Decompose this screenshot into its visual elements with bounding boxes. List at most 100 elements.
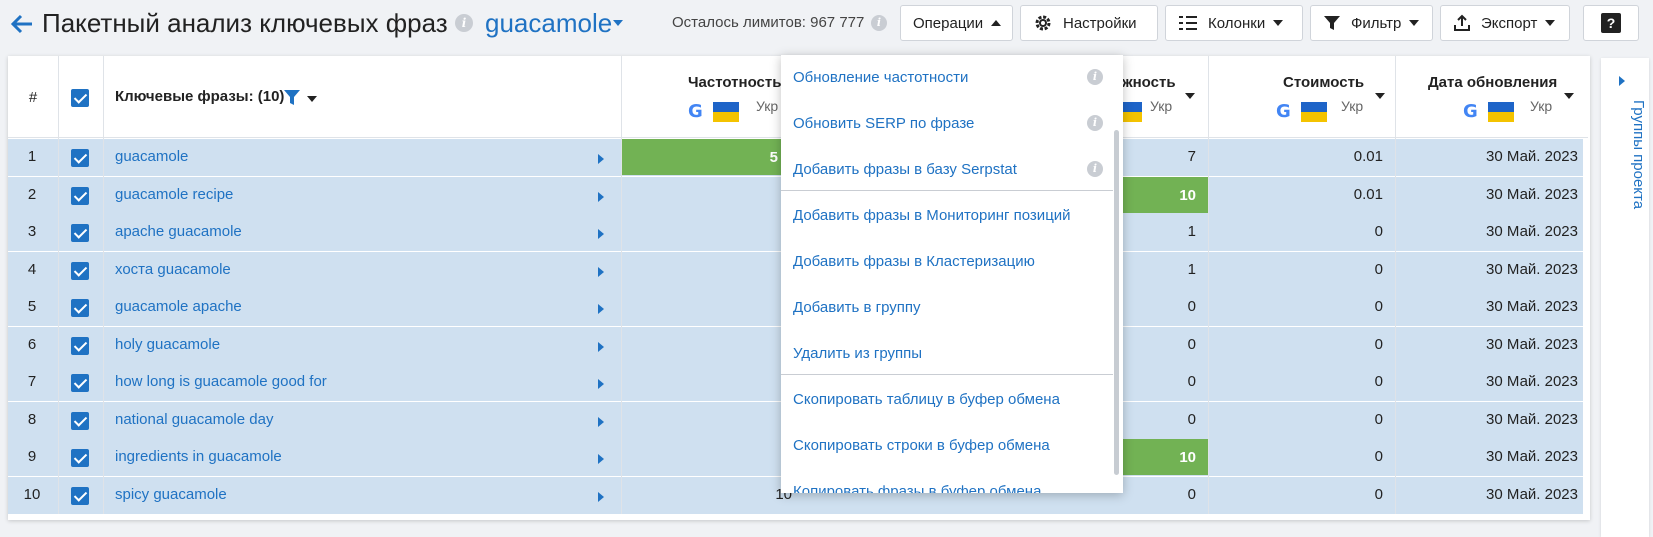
keyword-link[interactable]: spicy guacamole xyxy=(115,486,227,503)
menu-item-update-serp[interactable]: Обновить SERP по фразе i xyxy=(781,101,1111,147)
row-number: 5 xyxy=(27,298,37,315)
filter-label: Фильтр xyxy=(1351,14,1402,32)
menu-divider xyxy=(781,190,1113,191)
gear-icon xyxy=(1035,15,1051,31)
update-date-cell: 30 Май. 2023 xyxy=(1486,335,1578,353)
ukraine-flag-icon xyxy=(1488,102,1514,122)
header-cost[interactable]: Стоимость xyxy=(1283,74,1364,91)
project-groups-panel[interactable]: Группы проекта xyxy=(1601,58,1649,537)
expand-arrow-icon[interactable] xyxy=(598,454,604,464)
row-checkbox[interactable] xyxy=(71,261,89,280)
ukraine-flag-icon xyxy=(713,102,739,122)
expand-arrow-icon[interactable] xyxy=(598,304,604,314)
expand-arrow-icon[interactable] xyxy=(598,416,604,427)
header-num: # xyxy=(28,89,38,106)
cost-cell: 0 xyxy=(1374,485,1383,503)
page-title: Пакетный анализ ключевых фраз xyxy=(42,8,448,38)
info-icon[interactable]: i xyxy=(1087,161,1103,177)
row-checkbox[interactable] xyxy=(71,186,89,205)
columns-button[interactable]: Колонки xyxy=(1165,5,1303,41)
update-date-cell: 30 Май. 2023 xyxy=(1486,148,1578,165)
cost-cell: 0 xyxy=(1374,373,1383,390)
menu-item-add-to-monitoring[interactable]: Добавить фразы в Мониторинг позиций xyxy=(781,193,1111,239)
chevron-down-icon[interactable] xyxy=(613,20,623,26)
keyword-link[interactable]: holy guacamole xyxy=(115,336,220,353)
operations-button[interactable]: Операции xyxy=(900,5,1013,41)
upload-icon xyxy=(1454,14,1470,31)
keyword-link[interactable]: guacamole recipe xyxy=(115,186,233,203)
back-arrow-icon[interactable] xyxy=(8,10,36,38)
expand-arrow-icon[interactable] xyxy=(598,266,604,277)
columns-label: Колонки xyxy=(1208,14,1266,32)
filter-button[interactable]: Фильтр xyxy=(1310,5,1433,41)
keyword-link[interactable]: guacamole apache xyxy=(115,298,242,315)
menu-item-copy-rows[interactable]: Скопировать строки в буфер обмена xyxy=(781,423,1111,469)
export-button[interactable]: Экспорт xyxy=(1440,5,1570,41)
update-date-cell: 30 Май. 2023 xyxy=(1486,185,1578,203)
menu-item-copy-phrases[interactable]: Копировать фразы в буфер обмена xyxy=(781,469,1111,493)
keyword-link[interactable]: national guacamole day xyxy=(115,411,273,428)
dropdown-scrollbar[interactable] xyxy=(1114,130,1119,475)
expand-arrow-icon[interactable] xyxy=(598,491,604,502)
row-number: 6 xyxy=(27,335,37,353)
operations-label: Операции xyxy=(913,14,984,32)
expand-arrow-icon[interactable] xyxy=(598,341,604,352)
info-icon[interactable]: i xyxy=(871,15,887,31)
menu-item-remove-from-group[interactable]: Удалить из группы xyxy=(781,331,1111,377)
region-label: Укр xyxy=(1150,98,1173,114)
row-checkbox[interactable] xyxy=(71,299,89,317)
help-button[interactable]: ? xyxy=(1583,5,1639,41)
menu-divider xyxy=(781,374,1113,375)
cost-cell: 0.01 xyxy=(1353,185,1383,203)
header-keywords[interactable]: Ключевые фразы: (10) xyxy=(115,88,284,105)
expand-arrow-icon[interactable] xyxy=(598,379,604,389)
chevron-right-icon[interactable] xyxy=(1619,76,1625,86)
ukraine-flag-icon xyxy=(1301,102,1327,122)
chevron-down-icon xyxy=(1409,20,1420,26)
keyword-link[interactable]: guacamole xyxy=(115,148,188,165)
keyword-link[interactable]: how long is guacamole good for xyxy=(115,373,327,390)
columns-icon xyxy=(1179,16,1197,30)
page-header: Пакетный анализ ключевых фраз i guacamol… xyxy=(0,0,1653,52)
row-number: 8 xyxy=(27,410,37,428)
row-checkbox[interactable] xyxy=(71,149,89,167)
info-icon[interactable]: i xyxy=(1087,69,1103,85)
menu-item-add-to-group[interactable]: Добавить в группу xyxy=(781,285,1111,331)
row-number: 7 xyxy=(27,373,37,390)
expand-arrow-icon[interactable] xyxy=(598,229,604,239)
row-checkbox[interactable] xyxy=(71,449,89,467)
select-all-checkbox[interactable] xyxy=(71,89,89,107)
update-date-cell: 30 Май. 2023 xyxy=(1486,410,1578,428)
row-checkbox[interactable] xyxy=(71,374,89,392)
info-icon[interactable]: i xyxy=(455,14,473,32)
keyword-link[interactable]: хоста guacamole xyxy=(115,261,231,278)
chevron-down-icon[interactable] xyxy=(1564,93,1574,99)
expand-arrow-icon[interactable] xyxy=(598,191,604,202)
menu-item-add-to-serpstat[interactable]: Добавить фразы в базу Serpstat i xyxy=(781,147,1111,193)
google-icon: G xyxy=(1276,101,1291,122)
filter-icon[interactable] xyxy=(284,89,300,107)
header-updated[interactable]: Дата обновления xyxy=(1428,74,1557,91)
row-checkbox[interactable] xyxy=(71,486,89,505)
keyword-link[interactable]: ingredients in guacamole xyxy=(115,448,282,465)
info-icon[interactable]: i xyxy=(1087,115,1103,131)
row-checkbox[interactable] xyxy=(71,411,89,430)
header-frequency[interactable]: Частотность xyxy=(688,74,781,91)
update-date-cell: 30 Май. 2023 xyxy=(1486,485,1578,503)
menu-item-copy-table[interactable]: Скопировать таблицу в буфер обмена xyxy=(781,377,1111,423)
keyword-link[interactable]: apache guacamole xyxy=(115,223,242,240)
settings-button[interactable]: Настройки xyxy=(1020,5,1158,41)
row-checkbox[interactable] xyxy=(71,224,89,242)
difficulty-cell: 10 xyxy=(1108,439,1208,475)
project-selector[interactable]: guacamole xyxy=(485,8,612,39)
row-number: 2 xyxy=(27,185,37,203)
chevron-down-icon[interactable] xyxy=(1375,93,1385,99)
menu-item-update-frequency[interactable]: Обновление частотности i xyxy=(781,55,1111,101)
chevron-down-icon[interactable] xyxy=(307,96,317,102)
expand-arrow-icon[interactable] xyxy=(598,154,604,164)
frequency-cell: 5 xyxy=(622,139,790,175)
chevron-down-icon[interactable] xyxy=(1185,93,1195,99)
menu-item-add-to-clustering[interactable]: Добавить фразы в Кластеризацию xyxy=(781,239,1111,285)
row-checkbox[interactable] xyxy=(71,336,89,355)
chevron-down-icon xyxy=(1545,20,1556,26)
